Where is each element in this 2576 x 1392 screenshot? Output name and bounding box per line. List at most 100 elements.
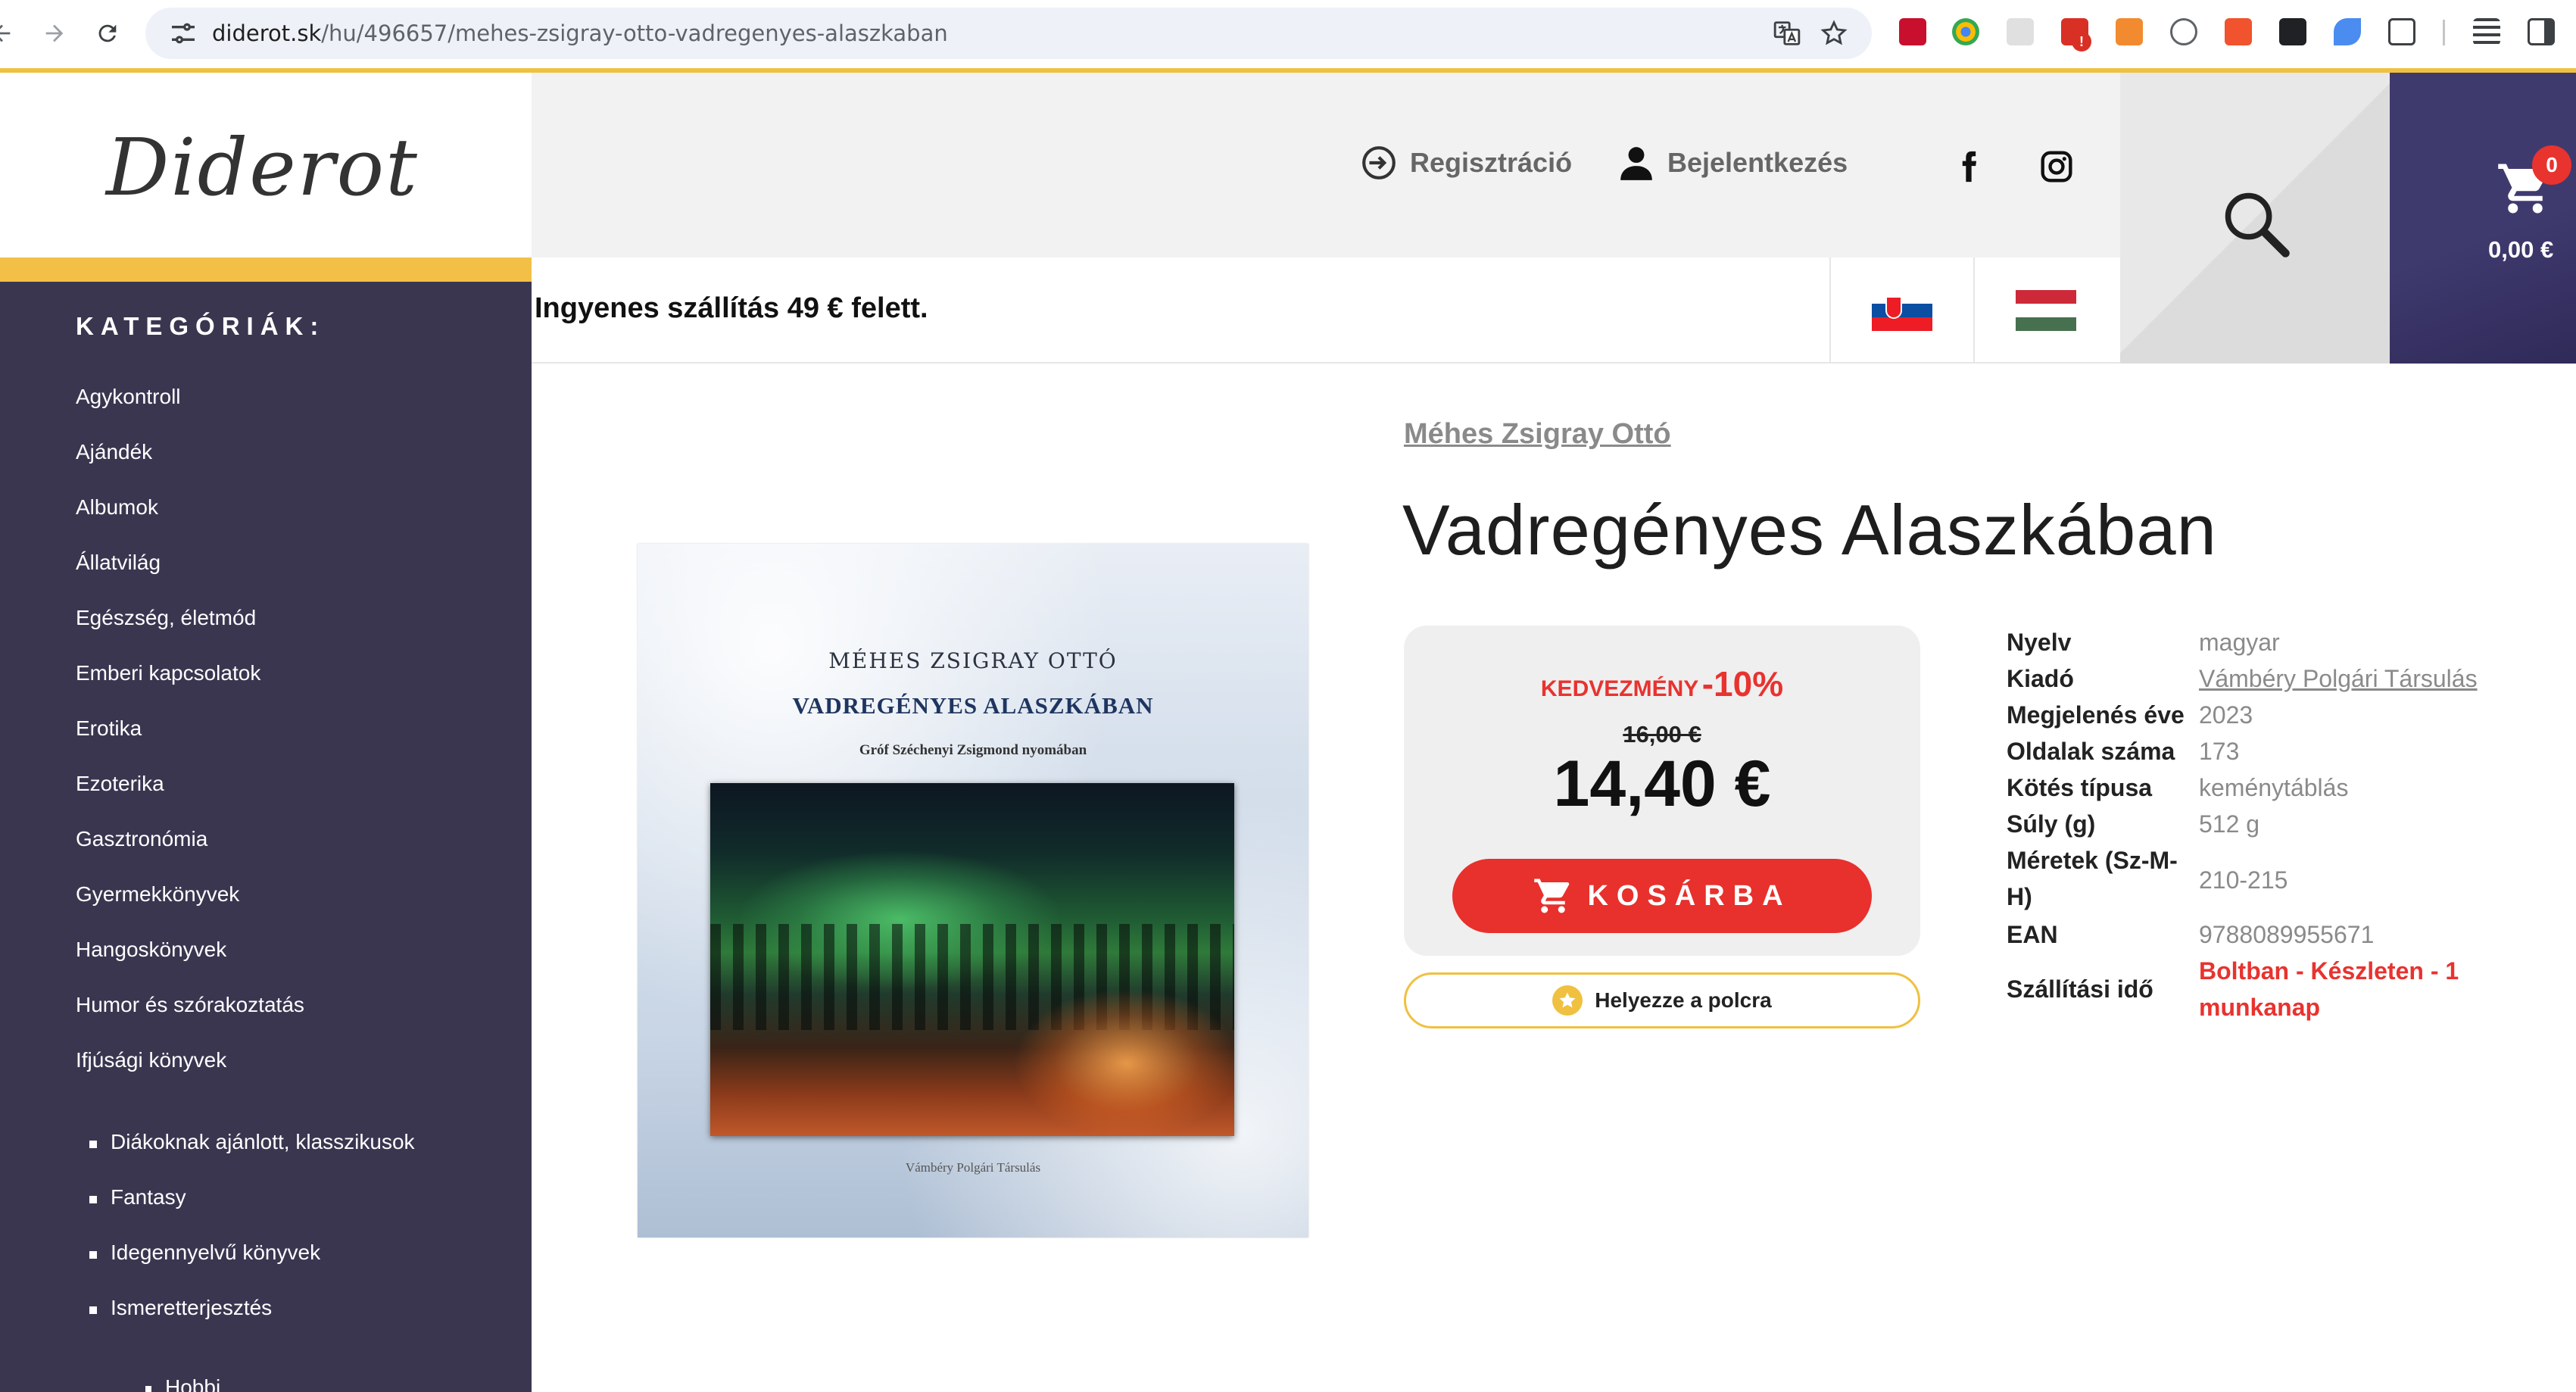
sidebar-item-humor[interactable]: Humor és szórakoztatás [76, 993, 304, 1017]
sidebar-item-hangoskonyvek[interactable]: Hangoskönyvek [76, 938, 226, 962]
spec-label-pages: Oldalak száma [2007, 738, 2175, 765]
cart-count-badge: 0 [2532, 145, 2571, 185]
translate-icon[interactable] [1772, 18, 1802, 48]
spec-value-weight: 512 g [2199, 810, 2260, 838]
product-title: Vadregényes Alaszkában [1402, 490, 2217, 570]
sidebar-item-agykontroll[interactable]: Agykontroll [76, 385, 181, 409]
spec-label-dimensions: Méretek (Sz-M- [2007, 847, 2178, 874]
toolbar-separator [2443, 20, 2445, 45]
sidebar-item-gyermekkonyvek[interactable]: Gyermekkönyvek [76, 882, 239, 907]
shipping-bar: Ingyenes szállítás 49 € felett. [532, 257, 2120, 364]
cart-button[interactable]: 0 0,00 € [2390, 73, 2576, 364]
sidebar-item-ezoterika[interactable]: Ezoterika [76, 772, 164, 796]
sidebar-subitem-ismeretterjesztes[interactable]: Ismeretterjesztés [89, 1296, 272, 1320]
current-price: 14,40 € [1553, 747, 1771, 820]
discount-label: KEDVEZMÉNY -10% [1404, 663, 1920, 704]
shelf-label[interactable]: Helyezze a polcra [1595, 988, 1771, 1013]
spec-value-publisher-link[interactable]: Vámbéry Polgári Társulás [2199, 665, 2478, 693]
bookmark-star-icon[interactable] [1819, 18, 1849, 48]
extension-lastpass-icon[interactable] [1899, 18, 1926, 45]
spec-label-delivery: Szállítási idő [2007, 975, 2153, 1003]
add-to-shelf-button[interactable]: Helyezze a polcra [1404, 972, 1920, 1028]
instagram-icon[interactable] [2040, 150, 2073, 183]
cover-publisher: Vámbéry Polgári Társulás [905, 1160, 1041, 1175]
add-to-cart-button[interactable]: KOSÁRBA [1452, 859, 1872, 933]
spec-value-year: 2023 [2199, 701, 2253, 729]
cover-title: VADREGÉNYES ALASZKÁBAN [792, 692, 1154, 719]
spec-value-dimensions: 210-215 [2199, 866, 2288, 894]
reload-icon[interactable] [89, 15, 126, 51]
extensions-puzzle-icon[interactable] [2388, 18, 2415, 45]
sidebar-subsubitem-hobbi[interactable]: Hobbi [145, 1375, 220, 1392]
login-label[interactable]: Bejelentkezés [1667, 147, 1848, 179]
spec-label-binding: Kötés típusa [2007, 774, 2153, 801]
reading-list-icon[interactable] [2473, 18, 2500, 45]
user-icon [1620, 147, 1652, 180]
category-sidebar: KATEGÓRIÁK: Agykontroll Ajándék Albumok … [0, 282, 532, 1392]
spec-value-language: magyar [2199, 629, 2280, 656]
spec-value-pages: 173 [2199, 738, 2240, 765]
extension-feather-icon[interactable] [2334, 18, 2361, 45]
cart-icon [1534, 879, 1570, 913]
login-link[interactable]: Bejelentkezés [1617, 144, 1848, 182]
header-bar [532, 73, 2120, 257]
slovak-flag-icon [1872, 290, 1932, 331]
url-host: diderot.sk [212, 20, 322, 46]
spec-value-delivery-cont: munkanap [2199, 994, 2321, 1021]
sidebar-subitem-fantasy[interactable]: Fantasy [89, 1185, 186, 1209]
site-settings-icon[interactable] [168, 18, 198, 48]
sidebar-item-ifjusagi-konyvek[interactable]: Ifjúsági könyvek [76, 1048, 226, 1072]
hungarian-flag-icon [2016, 290, 2076, 331]
spec-label-language: Nyelv [2007, 629, 2072, 656]
logo-text[interactable]: Diderot [106, 121, 419, 214]
register-label[interactable]: Regisztráció [1410, 147, 1572, 179]
extension-eraser-icon[interactable] [2007, 18, 2034, 45]
spec-value-binding: keménytáblás [2199, 774, 2349, 801]
extension-dark-icon[interactable] [2279, 18, 2306, 45]
register-link[interactable]: Regisztráció [1360, 144, 1572, 182]
spec-label-weight: Súly (g) [2007, 810, 2096, 838]
spec-label-dimensions-cont: H) [2007, 883, 2032, 910]
product-author-link[interactable]: Méhes Zsigray Ottó [1404, 418, 1671, 451]
side-panel-icon[interactable] [2528, 18, 2555, 45]
extension-chrome-icon[interactable] [1952, 18, 1979, 45]
sidebar-item-egeszseg[interactable]: Egészség, életmód [76, 606, 256, 630]
sidebar-item-erotika[interactable]: Erotika [76, 716, 142, 741]
discount-text: KEDVEZMÉNY [1540, 676, 1699, 701]
browser-toolbar: diderot.sk/hu/496657/mehes-zsigray-otto-… [0, 0, 2576, 68]
spec-label-ean: EAN [2007, 921, 2058, 948]
spec-label-publisher: Kiadó [2007, 665, 2074, 692]
facebook-icon[interactable] [1952, 150, 1985, 183]
search-button[interactable] [2120, 73, 2390, 364]
address-bar[interactable]: diderot.sk/hu/496657/mehes-zsigray-otto-… [145, 8, 1872, 59]
url-path: /hu/496657/mehes-zsigray-otto-vadregenye… [321, 20, 948, 46]
rss-icon[interactable] [2116, 18, 2143, 45]
sidebar-subitem-idegennyelvu[interactable]: Idegennyelvű könyvek [89, 1241, 320, 1265]
add-to-cart-label[interactable]: KOSÁRBA [1587, 880, 1791, 913]
site-logo[interactable]: Diderot [0, 73, 532, 257]
sidebar-subitem-diakoknak[interactable]: Diákoknak ajánlott, klasszikusok [89, 1130, 415, 1154]
sidebar-title: KATEGÓRIÁK: [76, 312, 326, 340]
old-price: 16,00 € [1623, 721, 1701, 747]
forward-icon[interactable] [36, 15, 73, 51]
star-icon [1552, 985, 1583, 1016]
cover-author: MÉHES ZSIGRAY OTTÓ [828, 648, 1118, 673]
logo-accent-stripe [0, 257, 532, 282]
sidebar-item-gasztronomia[interactable]: Gasztronómia [76, 827, 207, 851]
sidebar-item-allatvilag[interactable]: Állatvilág [76, 551, 161, 575]
cart-total: 0,00 € [2488, 236, 2554, 263]
lodge-light-glow [1013, 988, 1234, 1136]
language-hu[interactable] [1973, 257, 2117, 364]
discount-percent: -10% [1701, 664, 1784, 704]
back-icon[interactable] [0, 15, 20, 51]
cover-subtitle: Gróf Széchenyi Zsigmond nyomában [859, 742, 1087, 758]
extension-circle-icon[interactable] [2170, 18, 2197, 45]
sidebar-item-ajandek[interactable]: Ajándék [76, 440, 152, 464]
language-sk[interactable] [1829, 257, 1973, 364]
sidebar-item-albumok[interactable]: Albumok [76, 495, 158, 520]
extension-alert-badge: ! [2072, 32, 2091, 51]
sidebar-item-emberi-kapcsolatok[interactable]: Emberi kapcsolatok [76, 661, 260, 685]
book-cover-image[interactable]: MÉHES ZSIGRAY OTTÓ VADREGÉNYES ALASZKÁBA… [638, 544, 1308, 1238]
register-icon [1362, 146, 1396, 179]
extension-orange-icon[interactable] [2225, 18, 2252, 45]
